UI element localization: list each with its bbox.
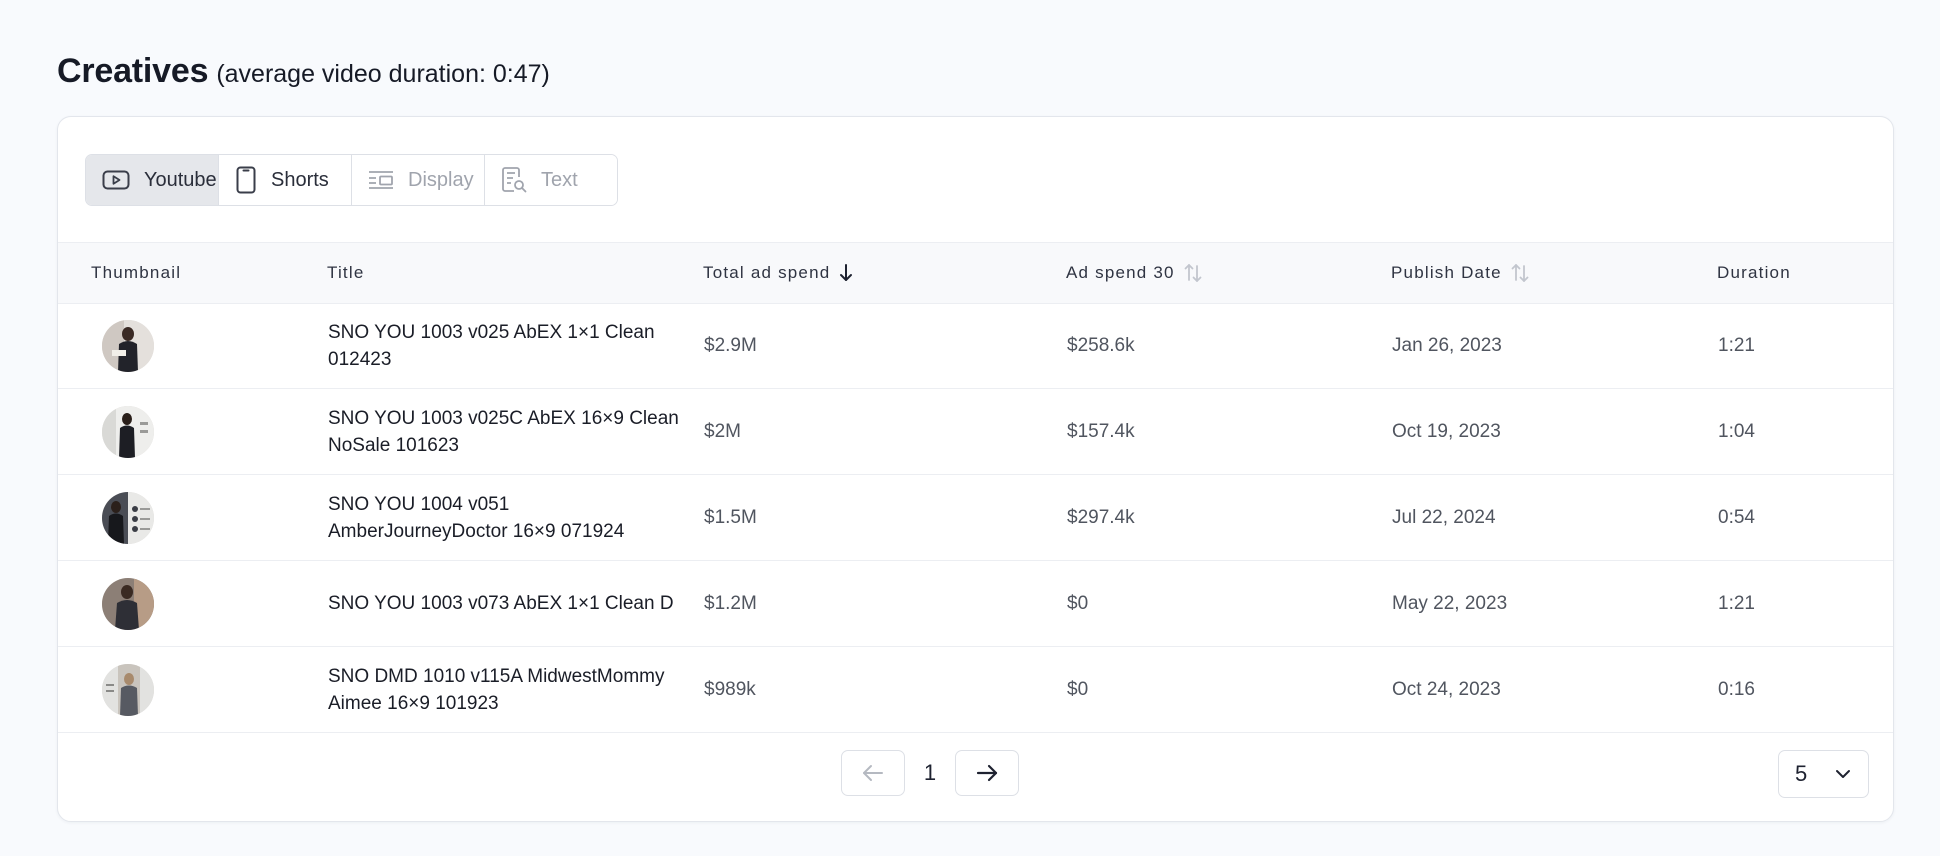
video-thumbnail[interactable]	[102, 405, 154, 458]
tab-shorts-label: Shorts	[271, 168, 329, 191]
total-ad-spend: $1.2M	[704, 592, 757, 614]
format-tabs: Youtube Shorts Display Text	[85, 154, 618, 206]
creative-title: SNO YOU 1003 v073 AbEX 1×1 Clean D	[328, 593, 674, 614]
tab-display-label: Display	[408, 168, 474, 191]
column-header-publish-date[interactable]: Publish Date	[1391, 243, 1530, 303]
duration: 1:04	[1718, 420, 1755, 442]
ad-spend-30: $157.4k	[1067, 420, 1135, 442]
column-header-duration: Duration	[1717, 263, 1791, 282]
creative-title: SNO YOU 1003 v025 AbEX 1×1 Clean 012423	[328, 321, 655, 370]
page-title: Creatives	[57, 52, 209, 90]
creative-title: SNO DMD 1010 v115A MidwestMommy Aimee 16…	[328, 665, 665, 714]
sort-descending-icon	[840, 264, 853, 281]
total-ad-spend: $1.5M	[704, 506, 757, 528]
sort-unsorted-icon	[1184, 264, 1202, 282]
publish-date: Oct 24, 2023	[1392, 678, 1501, 700]
duration: 1:21	[1718, 334, 1755, 356]
creative-title: SNO YOU 1003 v025C AbEX 16×9 Clean NoSal…	[328, 407, 679, 456]
column-header-total-ad-spend[interactable]: Total ad spend	[703, 243, 854, 303]
duration: 1:21	[1718, 592, 1755, 614]
page-heading: Creatives (average video duration: 0:47)	[57, 52, 550, 91]
total-ad-spend: $989k	[704, 678, 756, 700]
display-layout-icon	[369, 171, 393, 189]
video-thumbnail[interactable]	[102, 577, 154, 630]
total-ad-spend: $2.9M	[704, 334, 757, 356]
page-size-select[interactable]: 5	[1778, 750, 1869, 798]
arrow-left-icon	[863, 765, 883, 781]
sort-unsorted-icon	[1511, 264, 1529, 282]
column-header-ad-spend-30[interactable]: Ad spend 30	[1066, 243, 1203, 303]
table-row[interactable]: SNO YOU 1004 v051 AmberJourneyDoctor 16×…	[58, 475, 1893, 561]
tab-text[interactable]: Text	[485, 155, 617, 205]
current-page-number: 1	[923, 760, 937, 785]
table-row[interactable]: SNO YOU 1003 v025 AbEX 1×1 Clean 012423 …	[58, 303, 1893, 389]
publish-date: Jul 22, 2024	[1392, 506, 1496, 528]
ad-spend-30: $0	[1067, 592, 1089, 614]
publish-date: Jan 26, 2023	[1392, 334, 1502, 356]
tab-display[interactable]: Display	[352, 155, 485, 205]
table-header: Thumbnail Title Total ad spend Ad spend …	[58, 242, 1893, 304]
page-subtitle: (average video duration: 0:47)	[216, 60, 550, 88]
column-header-title: Title	[327, 263, 365, 282]
publish-date: May 22, 2023	[1392, 592, 1508, 614]
creatives-card: Youtube Shorts Display Text Thumbnail Ti…	[57, 116, 1894, 822]
ad-spend-30: $258.6k	[1067, 334, 1135, 356]
table-row[interactable]: SNO DMD 1010 v115A MidwestMommy Aimee 16…	[58, 647, 1893, 733]
video-thumbnail[interactable]	[102, 491, 154, 544]
total-ad-spend: $2M	[704, 420, 741, 442]
tab-shorts[interactable]: Shorts	[219, 155, 352, 205]
table-row[interactable]: SNO YOU 1003 v073 AbEX 1×1 Clean D $1.2M…	[58, 561, 1893, 647]
tab-youtube-label: Youtube	[144, 168, 217, 191]
table-row[interactable]: SNO YOU 1003 v025C AbEX 16×9 Clean NoSal…	[58, 389, 1893, 475]
ad-spend-30: $0	[1067, 678, 1089, 700]
column-header-thumbnail: Thumbnail	[91, 263, 182, 282]
publish-date: Oct 19, 2023	[1392, 420, 1501, 442]
youtube-icon	[102, 170, 130, 190]
chevron-down-icon	[1836, 770, 1850, 778]
page-size-value: 5	[1795, 761, 1808, 786]
text-search-icon	[502, 167, 527, 193]
video-thumbnail[interactable]	[102, 319, 154, 372]
next-page-button[interactable]	[955, 750, 1019, 796]
previous-page-button[interactable]	[841, 750, 905, 796]
shorts-phone-icon	[236, 166, 256, 194]
tab-youtube[interactable]: Youtube	[86, 155, 219, 205]
arrow-right-icon	[976, 764, 998, 782]
duration: 0:54	[1718, 506, 1755, 528]
pagination: 1	[841, 750, 1019, 796]
duration: 0:16	[1718, 678, 1755, 700]
tab-text-label: Text	[541, 168, 578, 191]
video-thumbnail[interactable]	[102, 663, 154, 716]
creative-title: SNO YOU 1004 v051 AmberJourneyDoctor 16×…	[328, 493, 625, 542]
ad-spend-30: $297.4k	[1067, 506, 1135, 528]
